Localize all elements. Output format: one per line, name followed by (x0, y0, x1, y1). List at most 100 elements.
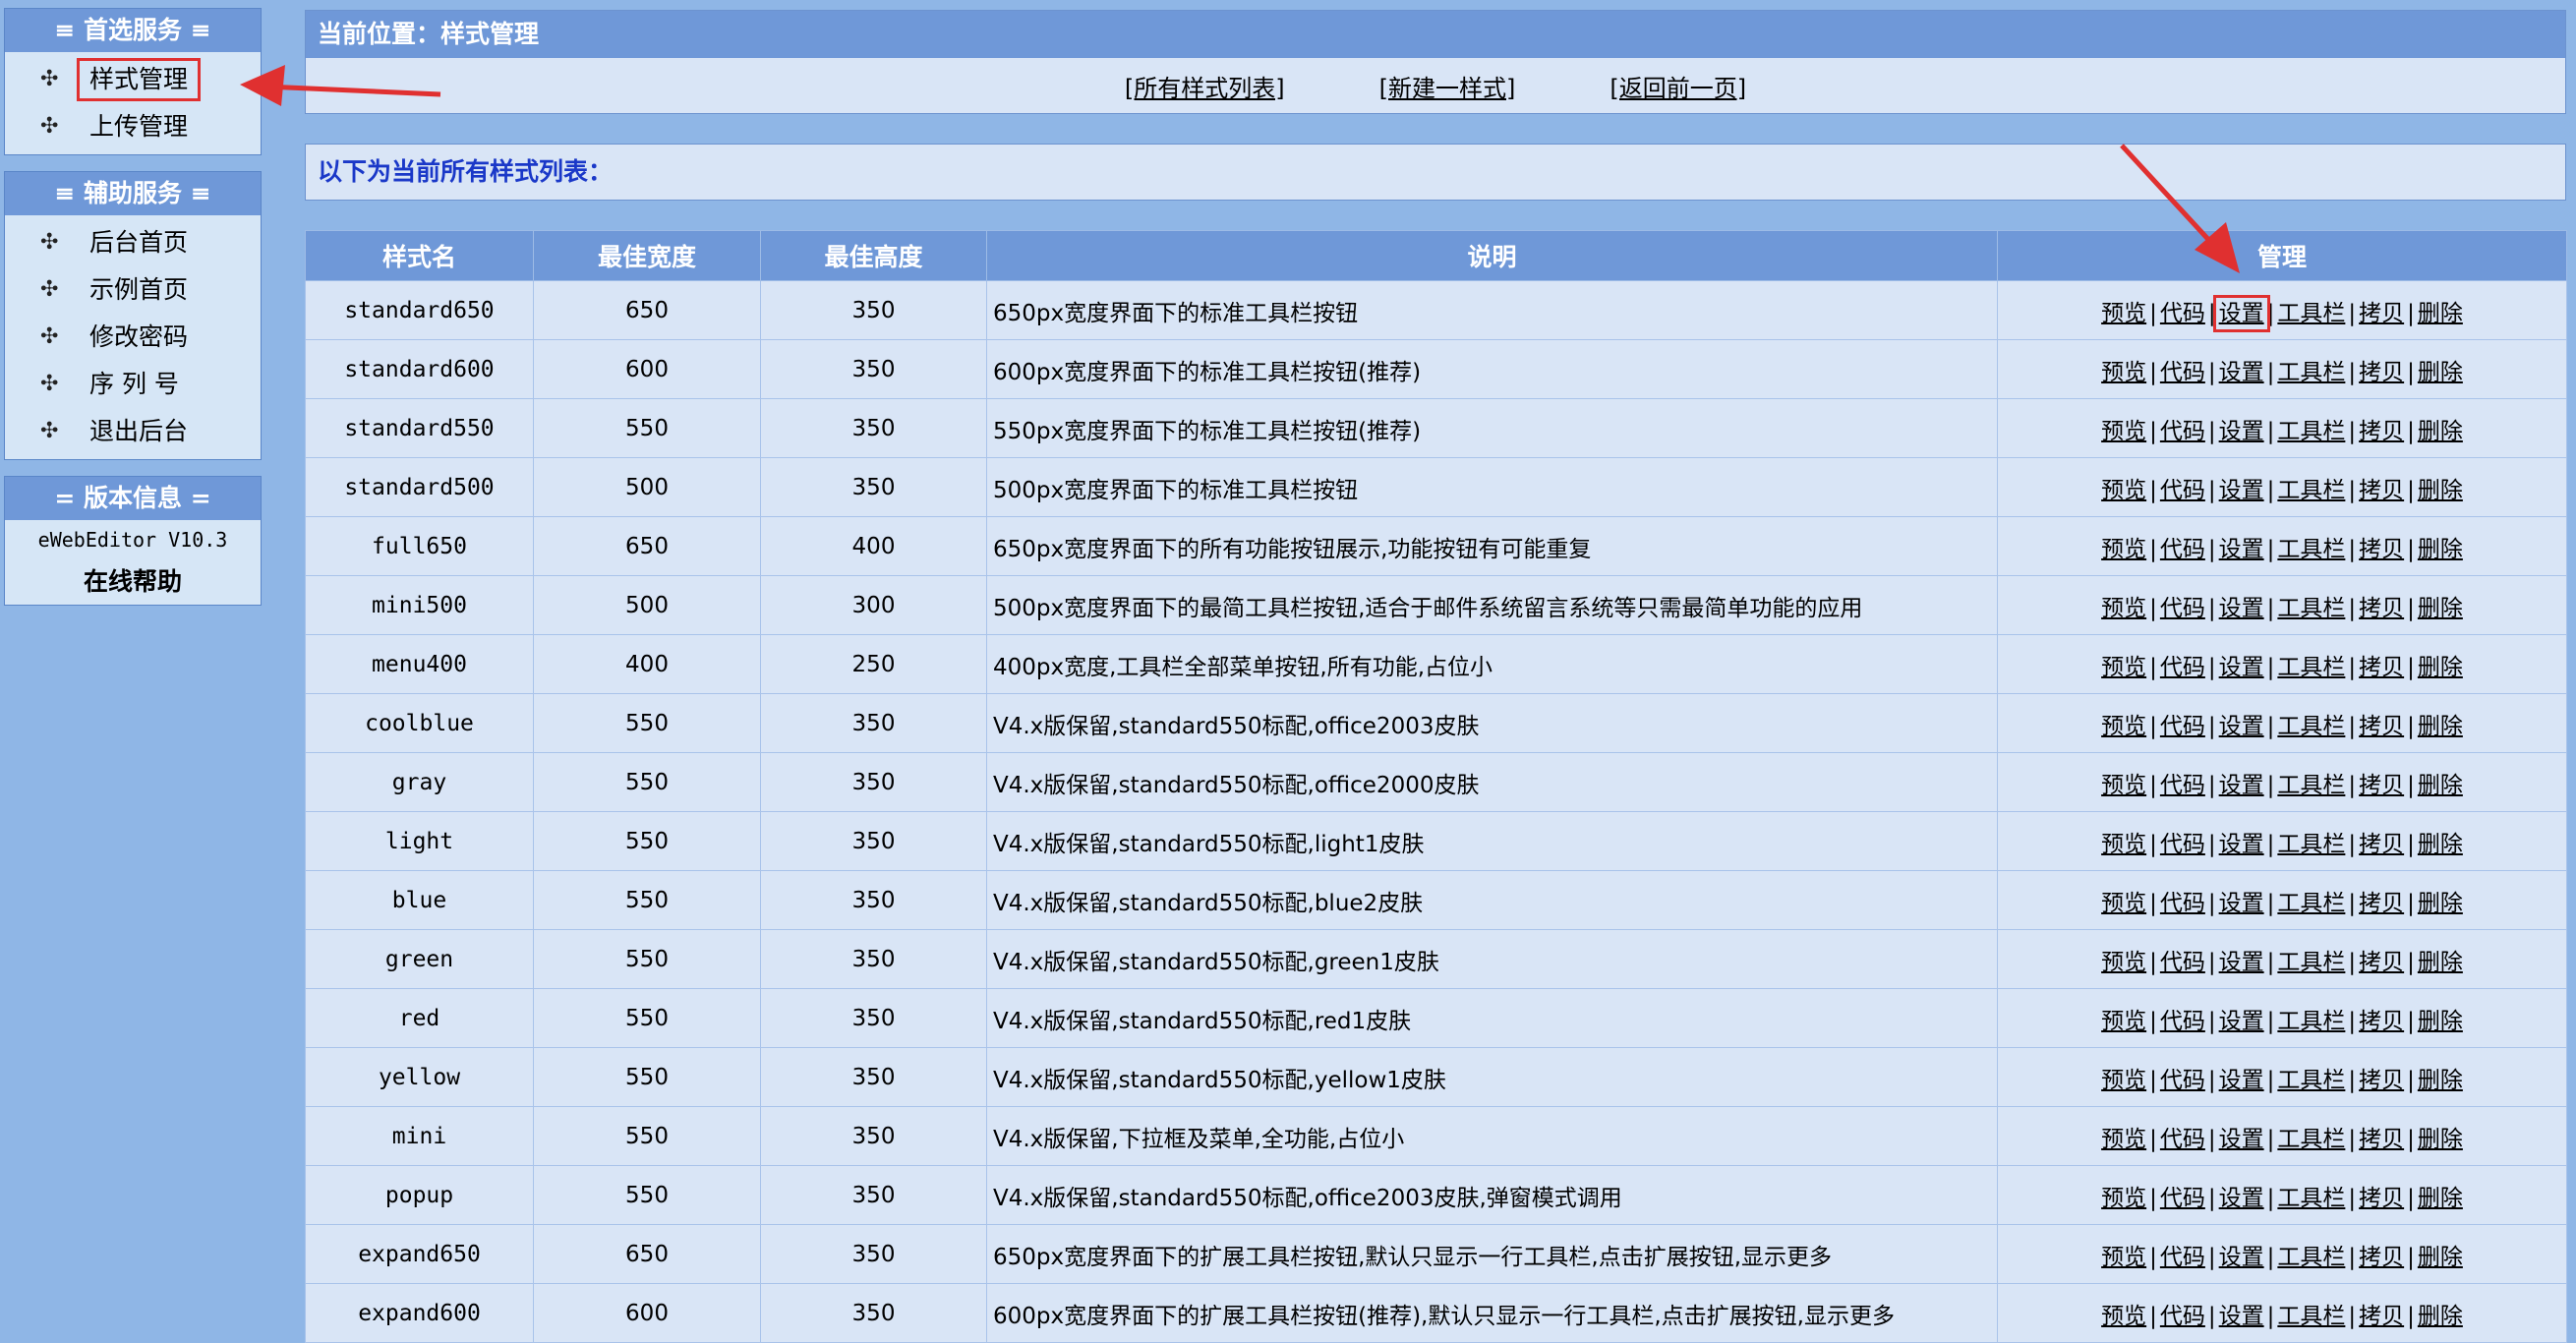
code-link[interactable]: 代码 (2160, 832, 2205, 857)
sidebar-item[interactable]: ✣ 上传管理 (5, 103, 261, 150)
delete-link[interactable]: 删除 (2418, 773, 2463, 798)
preview-link[interactable]: 预览 (2101, 301, 2146, 326)
code-link[interactable]: 代码 (2160, 714, 2205, 739)
sidebar-item[interactable]: ✣ 退出后台 (5, 408, 261, 455)
code-link[interactable]: 代码 (2160, 301, 2205, 326)
settings-link[interactable]: 设置 (2212, 294, 2270, 332)
code-link[interactable]: 代码 (2160, 596, 2205, 621)
delete-link[interactable]: 删除 (2418, 419, 2463, 444)
delete-link[interactable]: 删除 (2418, 360, 2463, 385)
preview-link[interactable]: 预览 (2101, 1304, 2146, 1329)
toolbar-link[interactable]: 工具栏 (2277, 1245, 2345, 1270)
all-styles-link[interactable]: [所有样式列表] (1125, 69, 1285, 103)
settings-link[interactable]: 设置 (2219, 419, 2264, 444)
copy-link[interactable]: 拷贝 (2359, 832, 2404, 857)
code-link[interactable]: 代码 (2160, 478, 2205, 503)
toolbar-link[interactable]: 工具栏 (2277, 773, 2345, 798)
settings-link[interactable]: 设置 (2219, 1245, 2264, 1270)
toolbar-link[interactable]: 工具栏 (2277, 1186, 2345, 1211)
toolbar-link[interactable]: 工具栏 (2277, 1304, 2345, 1329)
code-link[interactable]: 代码 (2160, 1068, 2205, 1093)
preview-link[interactable]: 预览 (2101, 1009, 2146, 1034)
copy-link[interactable]: 拷贝 (2359, 1245, 2404, 1270)
toolbar-link[interactable]: 工具栏 (2277, 950, 2345, 975)
preview-link[interactable]: 预览 (2101, 419, 2146, 444)
code-link[interactable]: 代码 (2160, 655, 2205, 680)
settings-link[interactable]: 设置 (2219, 950, 2264, 975)
toolbar-link[interactable]: 工具栏 (2277, 1127, 2345, 1152)
delete-link[interactable]: 删除 (2418, 655, 2463, 680)
settings-link[interactable]: 设置 (2219, 1186, 2264, 1211)
code-link[interactable]: 代码 (2160, 1009, 2205, 1034)
delete-link[interactable]: 删除 (2418, 478, 2463, 503)
copy-link[interactable]: 拷贝 (2359, 891, 2404, 916)
new-style-link[interactable]: [新建一样式] (1379, 69, 1516, 103)
sidebar-item[interactable]: ✣ 样式管理 (5, 56, 261, 103)
delete-link[interactable]: 删除 (2418, 301, 2463, 326)
settings-link[interactable]: 设置 (2219, 478, 2264, 503)
delete-link[interactable]: 删除 (2418, 891, 2463, 916)
settings-link[interactable]: 设置 (2219, 596, 2264, 621)
copy-link[interactable]: 拷贝 (2359, 1127, 2404, 1152)
preview-link[interactable]: 预览 (2101, 714, 2146, 739)
settings-link[interactable]: 设置 (2219, 1068, 2264, 1093)
preview-link[interactable]: 预览 (2101, 1127, 2146, 1152)
settings-link[interactable]: 设置 (2219, 1127, 2264, 1152)
toolbar-link[interactable]: 工具栏 (2277, 537, 2345, 562)
online-help-link[interactable]: 在线帮助 (5, 559, 261, 605)
copy-link[interactable]: 拷贝 (2359, 655, 2404, 680)
code-link[interactable]: 代码 (2160, 1186, 2205, 1211)
toolbar-link[interactable]: 工具栏 (2277, 655, 2345, 680)
preview-link[interactable]: 预览 (2101, 360, 2146, 385)
code-link[interactable]: 代码 (2160, 773, 2205, 798)
settings-link[interactable]: 设置 (2219, 714, 2264, 739)
code-link[interactable]: 代码 (2160, 360, 2205, 385)
settings-link[interactable]: 设置 (2219, 655, 2264, 680)
code-link[interactable]: 代码 (2160, 1304, 2205, 1329)
preview-link[interactable]: 预览 (2101, 1245, 2146, 1270)
preview-link[interactable]: 预览 (2101, 950, 2146, 975)
copy-link[interactable]: 拷贝 (2359, 714, 2404, 739)
back-link[interactable]: [返回前一页] (1610, 69, 1746, 103)
copy-link[interactable]: 拷贝 (2359, 596, 2404, 621)
delete-link[interactable]: 删除 (2418, 832, 2463, 857)
sidebar-item[interactable]: ✣ 序 列 号 (5, 361, 261, 408)
preview-link[interactable]: 预览 (2101, 1186, 2146, 1211)
settings-link[interactable]: 设置 (2219, 891, 2264, 916)
toolbar-link[interactable]: 工具栏 (2277, 1009, 2345, 1034)
copy-link[interactable]: 拷贝 (2359, 950, 2404, 975)
code-link[interactable]: 代码 (2160, 537, 2205, 562)
preview-link[interactable]: 预览 (2101, 537, 2146, 562)
sidebar-item[interactable]: ✣ 后台首页 (5, 219, 261, 266)
code-link[interactable]: 代码 (2160, 891, 2205, 916)
delete-link[interactable]: 删除 (2418, 1245, 2463, 1270)
delete-link[interactable]: 删除 (2418, 1068, 2463, 1093)
toolbar-link[interactable]: 工具栏 (2277, 360, 2345, 385)
sidebar-item[interactable]: ✣ 修改密码 (5, 314, 261, 361)
delete-link[interactable]: 删除 (2418, 714, 2463, 739)
preview-link[interactable]: 预览 (2101, 655, 2146, 680)
copy-link[interactable]: 拷贝 (2359, 773, 2404, 798)
copy-link[interactable]: 拷贝 (2359, 419, 2404, 444)
settings-link[interactable]: 设置 (2219, 537, 2264, 562)
delete-link[interactable]: 删除 (2418, 537, 2463, 562)
copy-link[interactable]: 拷贝 (2359, 301, 2404, 326)
code-link[interactable]: 代码 (2160, 1245, 2205, 1270)
copy-link[interactable]: 拷贝 (2359, 1304, 2404, 1329)
toolbar-link[interactable]: 工具栏 (2277, 419, 2345, 444)
preview-link[interactable]: 预览 (2101, 773, 2146, 798)
code-link[interactable]: 代码 (2160, 419, 2205, 444)
copy-link[interactable]: 拷贝 (2359, 478, 2404, 503)
sidebar-item[interactable]: ✣ 示例首页 (5, 266, 261, 314)
delete-link[interactable]: 删除 (2418, 1009, 2463, 1034)
preview-link[interactable]: 预览 (2101, 1068, 2146, 1093)
preview-link[interactable]: 预览 (2101, 596, 2146, 621)
toolbar-link[interactable]: 工具栏 (2277, 1068, 2345, 1093)
settings-link[interactable]: 设置 (2219, 1009, 2264, 1034)
delete-link[interactable]: 删除 (2418, 1304, 2463, 1329)
toolbar-link[interactable]: 工具栏 (2277, 478, 2345, 503)
code-link[interactable]: 代码 (2160, 1127, 2205, 1152)
copy-link[interactable]: 拷贝 (2359, 1009, 2404, 1034)
copy-link[interactable]: 拷贝 (2359, 1068, 2404, 1093)
copy-link[interactable]: 拷贝 (2359, 360, 2404, 385)
